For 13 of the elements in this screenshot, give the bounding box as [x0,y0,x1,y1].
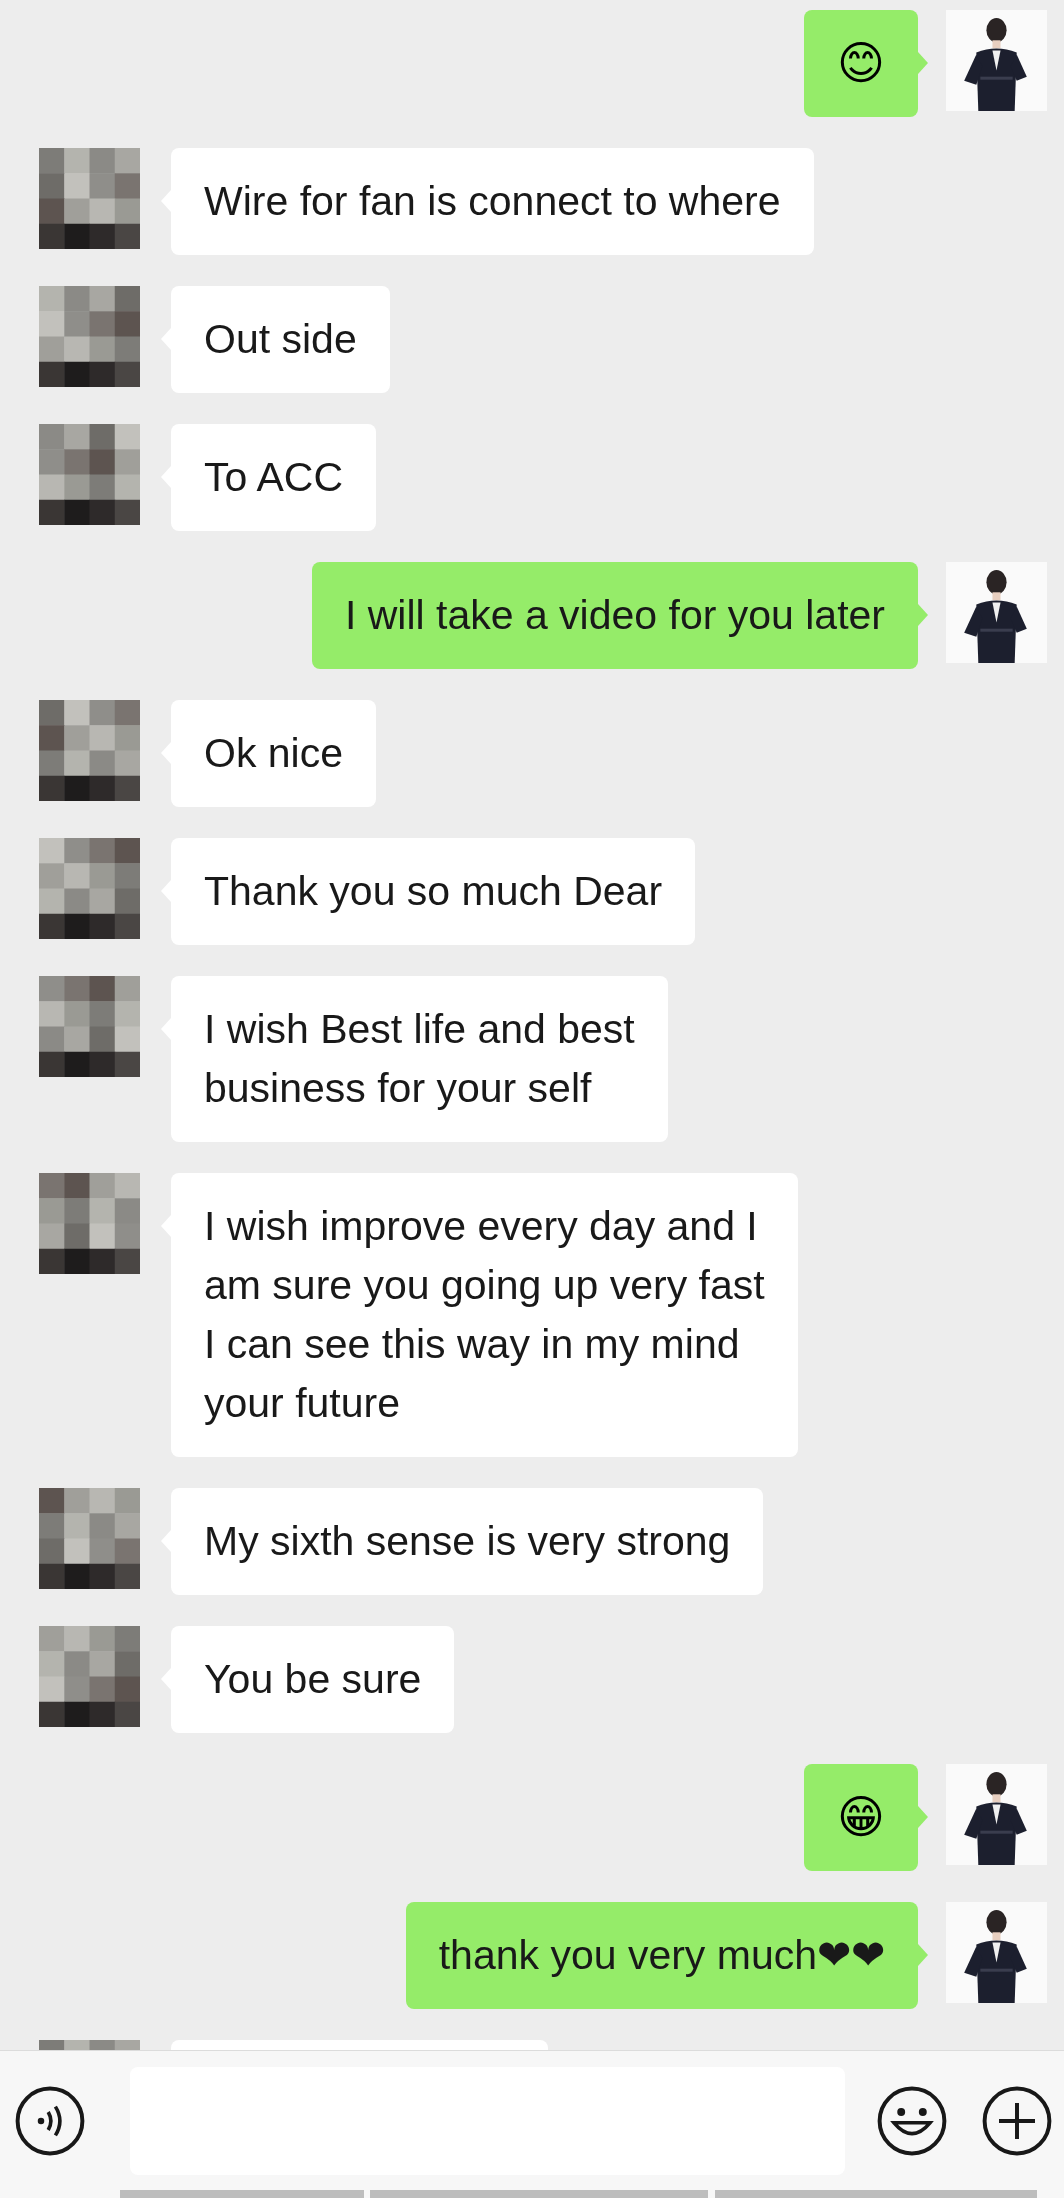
message-bubble: Wire for fan is connect to where [171,148,814,255]
message-bubble: Out side [171,286,390,393]
message-bubble: I wish improve every day and I am sure you going up very fast I can see this way in my mind your future [171,1173,798,1457]
message-bubble: My sixth sense is very strong [171,1488,764,1595]
message-bubble: thank you very much❤❤ [405,1902,918,2009]
message-bubble: Ok nice [171,700,376,807]
message-bubble: You be sure [171,1626,455,1733]
message-bubble: 😁 [804,1764,918,1871]
message-bubble: To ACC [171,424,376,531]
message-bubble: I will take a video for you later [311,562,918,669]
message-bubble: 😊 [804,10,918,117]
message-bubble: I wish Best life and best business for your self [171,976,668,1142]
message-bubble: Thank you so much Dear [171,838,696,945]
